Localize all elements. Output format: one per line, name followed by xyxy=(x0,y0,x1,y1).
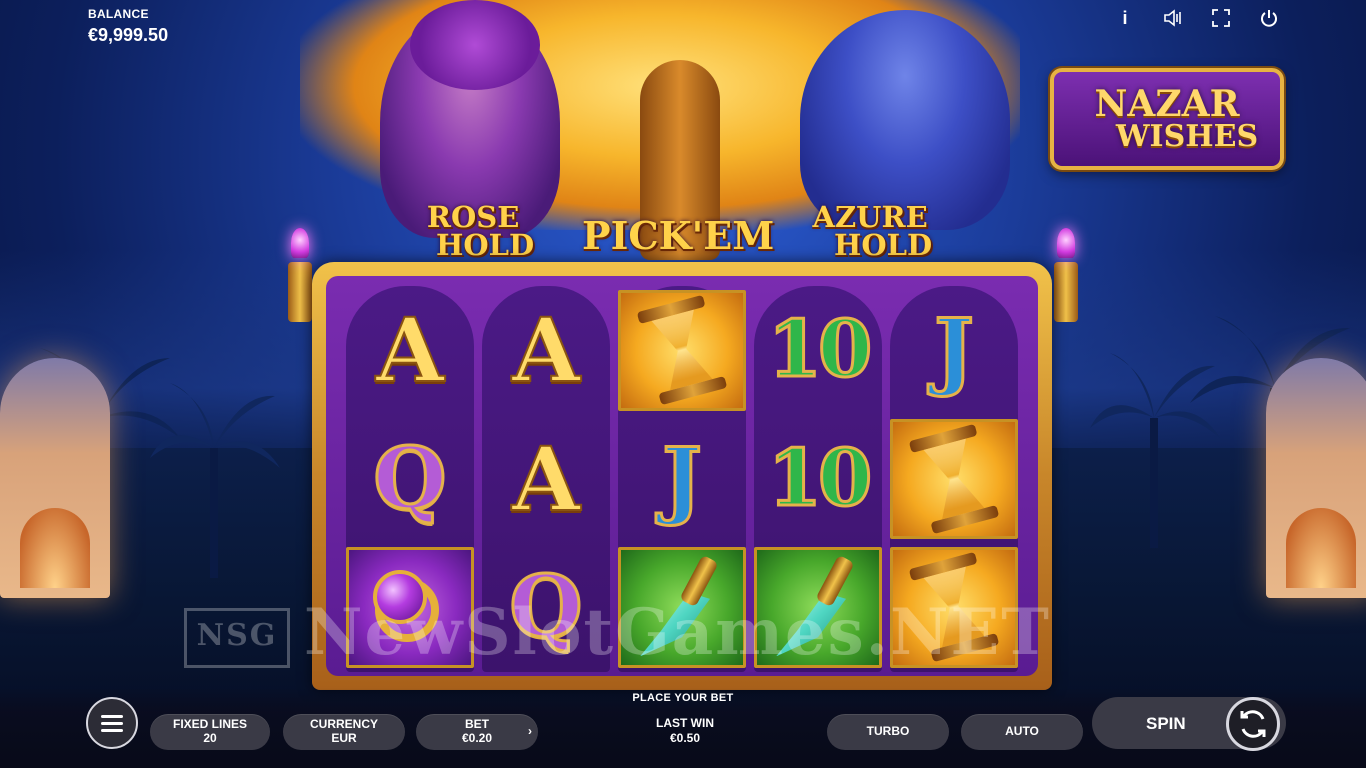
reel-symbol-hourglass xyxy=(614,286,750,415)
logo-line1: NAZAR xyxy=(1094,83,1240,125)
spin-label: SPIN xyxy=(1146,714,1186,733)
pickem-label: PICK'EM xyxy=(582,213,775,258)
watermark-mark: NSG xyxy=(184,607,290,668)
power-icon[interactable] xyxy=(1258,7,1280,29)
reel-symbol-j: J xyxy=(661,428,704,528)
top-toolbar: i xyxy=(1114,7,1280,29)
currency-selector[interactable]: CURRENCY EUR xyxy=(283,714,405,750)
turbo-button[interactable]: TURBO xyxy=(827,714,949,750)
rose-hair xyxy=(410,0,540,90)
palm-tree-left-2 xyxy=(150,383,280,578)
bet-increase-arrow-icon[interactable]: › xyxy=(528,724,532,738)
spin-button[interactable] xyxy=(1226,697,1280,751)
reel-symbol-j: J xyxy=(933,300,976,400)
watermark-text: NewSlotGames.NET xyxy=(304,595,1051,670)
bet-selector[interactable]: BET €0.20 xyxy=(416,714,538,750)
fixed-lines-display: FIXED LINES 20 xyxy=(150,714,270,750)
pavilion-left xyxy=(0,358,110,598)
last-win-label: LAST WIN xyxy=(656,716,714,730)
pavilion-right xyxy=(1266,358,1366,598)
reel-symbol-a: A xyxy=(511,426,581,531)
bet-value: €0.20 xyxy=(461,731,493,745)
reel-symbol-hourglass xyxy=(886,415,1022,544)
watermark: NSG NewSlotGames.NET xyxy=(184,600,1184,668)
reel-symbol-q: Q xyxy=(372,428,448,528)
fixed-lines-label: FIXED LINES xyxy=(172,717,247,732)
bet-label: BET xyxy=(465,717,489,732)
lamp-right-icon xyxy=(1057,228,1075,258)
last-win-value: €0.50 xyxy=(669,731,701,745)
palm-tree-right-2 xyxy=(1090,353,1220,548)
azure-hold-label: AZURE HOLD xyxy=(812,200,933,262)
balance-value: €9,999.50 xyxy=(88,25,169,45)
fullscreen-icon[interactable] xyxy=(1210,7,1232,29)
frame-pillar-right xyxy=(1054,262,1078,322)
spin-refresh-icon xyxy=(1240,710,1266,738)
menu-button[interactable] xyxy=(86,697,138,749)
lamp-left-icon xyxy=(291,228,309,258)
last-win-display: LAST WIN €0.50 xyxy=(625,716,745,746)
reel-symbol-10: 10 xyxy=(766,304,874,396)
balance-label: BALANCE xyxy=(88,7,149,21)
sound-icon[interactable] xyxy=(1162,7,1184,29)
game-logo: NAZAR WISHES xyxy=(1050,68,1284,170)
auto-button[interactable]: AUTO xyxy=(961,714,1083,750)
currency-value: EUR xyxy=(331,731,357,745)
reel-symbol-a: A xyxy=(375,298,445,403)
logo-line2: WISHES xyxy=(1115,119,1259,154)
currency-label: CURRENCY xyxy=(309,717,378,732)
rose-hold-label: ROSE HOLD xyxy=(426,200,535,262)
balance-display: BALANCE €9,999.50 xyxy=(88,7,168,46)
fixed-lines-value: 20 xyxy=(203,731,217,745)
info-icon[interactable]: i xyxy=(1114,7,1136,29)
menu-icon xyxy=(101,714,123,718)
reel-symbol-a: A xyxy=(511,298,581,403)
frame-pillar-left xyxy=(288,262,312,322)
azure-genie-character xyxy=(800,10,1010,230)
reel-symbol-10: 10 xyxy=(766,432,874,524)
